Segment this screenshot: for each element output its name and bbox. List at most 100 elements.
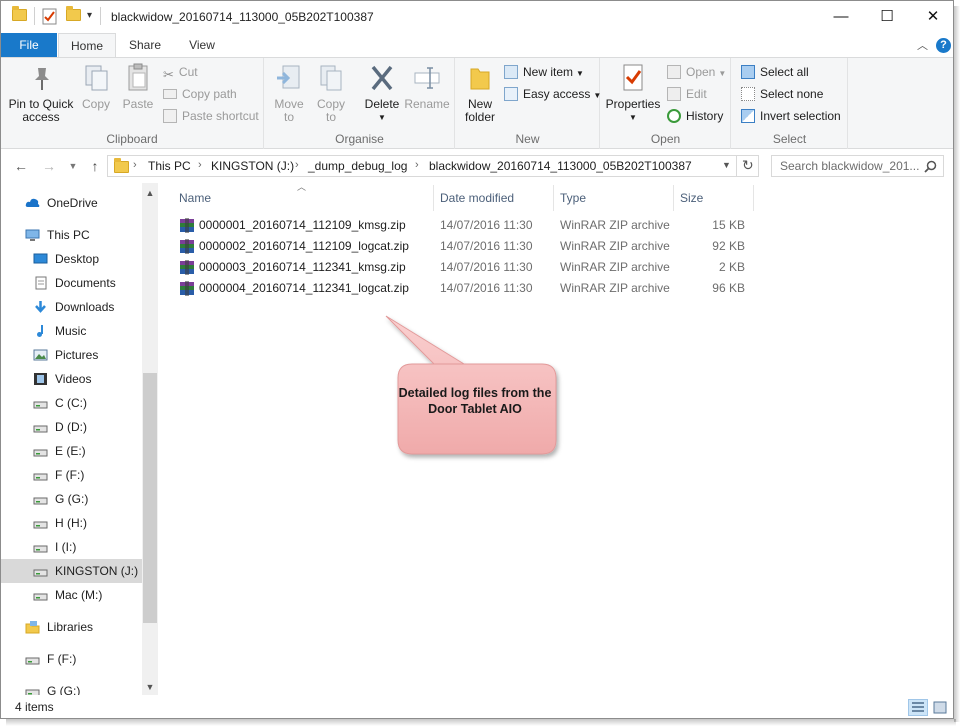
- column-header-type[interactable]: Type: [554, 185, 674, 211]
- nav-item[interactable]: Music: [1, 319, 142, 343]
- nav-item[interactable]: F (F:): [1, 647, 142, 671]
- move-to-button[interactable]: Move to: [271, 62, 307, 124]
- tab-file[interactable]: File: [1, 33, 57, 57]
- nav-item[interactable]: G (G:): [1, 487, 142, 511]
- nav-item[interactable]: Videos: [1, 367, 142, 391]
- tab-view[interactable]: View: [177, 33, 227, 57]
- nav-scrollbar[interactable]: ▲ ▼: [142, 183, 158, 695]
- chevron-up-icon[interactable]: ︿: [917, 37, 928, 53]
- nav-item[interactable]: F (F:): [1, 463, 142, 487]
- nav-item[interactable]: G (G:): [1, 679, 142, 695]
- nav-item[interactable]: This PC: [1, 223, 142, 247]
- table-row[interactable]: 0000002_20160714_112109_logcat.zip 14/07/…: [175, 236, 755, 257]
- search-box[interactable]: Search blackwidow_201...: [771, 155, 944, 177]
- nav-item[interactable]: Pictures: [1, 343, 142, 367]
- scroll-thumb[interactable]: [143, 373, 157, 623]
- file-date: 14/07/2016 11:30: [440, 239, 533, 253]
- scroll-down-arrow[interactable]: ▼: [142, 679, 158, 695]
- search-icon[interactable]: [924, 160, 937, 173]
- open-button[interactable]: Open ▼: [667, 62, 726, 82]
- cut-button[interactable]: ✂ Cut: [163, 62, 198, 82]
- nav-item-label: Pictures: [55, 348, 99, 362]
- nav-item[interactable]: D (D:): [1, 415, 142, 439]
- nav-item[interactable]: Libraries: [1, 615, 142, 639]
- copy-button[interactable]: Copy: [79, 62, 113, 111]
- properties-quick-icon[interactable]: [42, 8, 58, 25]
- column-header-date[interactable]: Date modified: [434, 185, 554, 211]
- select-group: Select all Select none Invert selection …: [732, 58, 848, 149]
- invert-selection-button[interactable]: Invert selection: [741, 106, 841, 126]
- select-all-button[interactable]: Select all: [741, 62, 809, 82]
- breadcrumb-dump-debug-log[interactable]: _dump_debug_log: [308, 159, 407, 173]
- refresh-icon[interactable]: ↻: [742, 157, 754, 174]
- breadcrumb-separator[interactable]: ›: [415, 159, 419, 171]
- file-date: 14/07/2016 11:30: [440, 281, 533, 295]
- address-bar[interactable]: › This PC › KINGSTON (J:) › _dump_debug_…: [107, 155, 759, 177]
- breadcrumb-kingston[interactable]: KINGSTON (J:): [211, 159, 294, 173]
- paste-shortcut-button[interactable]: Paste shortcut: [163, 106, 259, 126]
- tab-share[interactable]: Share: [119, 33, 171, 57]
- nav-item[interactable]: C (C:): [1, 391, 142, 415]
- tab-home[interactable]: Home: [58, 33, 116, 58]
- column-header-size[interactable]: Size: [674, 185, 754, 211]
- nav-item[interactable]: E (E:): [1, 439, 142, 463]
- delete-button[interactable]: Delete ▼: [361, 62, 403, 124]
- address-history-chevron-icon[interactable]: ▼: [722, 160, 731, 170]
- forward-button[interactable]: →: [39, 156, 59, 176]
- nav-item[interactable]: Documents: [1, 271, 142, 295]
- new-folder-quick-button[interactable]: [66, 6, 81, 21]
- nav-item[interactable]: I (I:): [1, 535, 142, 559]
- nav-item[interactable]: Desktop: [1, 247, 142, 271]
- breadcrumb-separator[interactable]: ›: [198, 159, 202, 171]
- properties-button[interactable]: Properties ▼: [605, 62, 661, 124]
- back-button[interactable]: ←: [11, 156, 31, 176]
- new-folder-button[interactable]: New folder: [460, 62, 500, 124]
- nav-item-label: I (I:): [55, 540, 77, 554]
- nav-item[interactable]: KINGSTON (J:): [1, 559, 142, 583]
- select-none-label: Select none: [760, 87, 824, 101]
- column-header-name[interactable]: Name: [173, 185, 434, 211]
- nav-item[interactable]: H (H:): [1, 511, 142, 535]
- large-icons-view-button[interactable]: [930, 699, 950, 716]
- select-all-label: Select all: [760, 65, 809, 79]
- recent-locations-button[interactable]: ▼: [63, 156, 83, 176]
- breadcrumb-current-folder[interactable]: blackwidow_20160714_113000_05B202T100387: [429, 159, 692, 173]
- breadcrumb-separator[interactable]: ›: [295, 159, 299, 171]
- easy-access-button[interactable]: Easy access ▼: [504, 84, 601, 104]
- copy-path-button[interactable]: Copy path: [163, 84, 237, 104]
- breadcrumb-separator[interactable]: ›: [133, 159, 137, 171]
- maximize-button[interactable]: ☐: [864, 1, 910, 33]
- window-title: blackwidow_20160714_113000_05B202T100387: [111, 10, 374, 24]
- copy-to-button[interactable]: Copy to: [313, 62, 349, 124]
- easy-access-label: Easy access: [523, 87, 591, 101]
- scroll-up-arrow[interactable]: ▲: [142, 185, 158, 201]
- nav-item[interactable]: OneDrive: [1, 191, 142, 215]
- table-row[interactable]: 0000004_20160714_112341_logcat.zip 14/07/…: [175, 278, 755, 299]
- copy-icon: [85, 65, 108, 91]
- new-item-button[interactable]: New item ▼: [504, 62, 584, 82]
- edit-button[interactable]: Edit: [667, 84, 707, 104]
- easy-access-icon: [504, 87, 518, 101]
- rename-button[interactable]: Rename: [403, 62, 451, 111]
- navigation-pane: OneDrive This PC Desktop Documents Downloads…: [1, 183, 158, 695]
- up-button[interactable]: ↑: [85, 156, 105, 176]
- folder-icon: [12, 6, 27, 21]
- ribbon-tabs: File Home Share View ︿ ?: [1, 33, 953, 58]
- winrar-zip-icon: [180, 239, 194, 254]
- table-row[interactable]: 0000001_20160714_112109_kmsg.zip 14/07/20…: [175, 215, 755, 236]
- nav-item[interactable]: Downloads: [1, 295, 142, 319]
- pin-to-quick-access-button[interactable]: Pin to Quick access: [7, 62, 75, 124]
- nav-item[interactable]: Mac (M:): [1, 583, 142, 607]
- table-row[interactable]: 0000003_20160714_112341_kmsg.zip 14/07/20…: [175, 257, 755, 278]
- breadcrumb-this-pc[interactable]: This PC: [148, 159, 191, 173]
- help-icon[interactable]: ?: [936, 38, 951, 53]
- close-button[interactable]: ✕: [910, 1, 953, 33]
- copy-path-label: Copy path: [182, 87, 237, 101]
- quick-access-toolbar: [12, 6, 27, 21]
- paste-button[interactable]: Paste: [119, 62, 157, 111]
- history-button[interactable]: History: [667, 106, 723, 126]
- minimize-button[interactable]: —: [818, 1, 864, 33]
- details-view-button[interactable]: [908, 699, 928, 716]
- select-none-button[interactable]: Select none: [741, 84, 823, 104]
- customize-quick-access-icon[interactable]: ▾: [87, 10, 92, 21]
